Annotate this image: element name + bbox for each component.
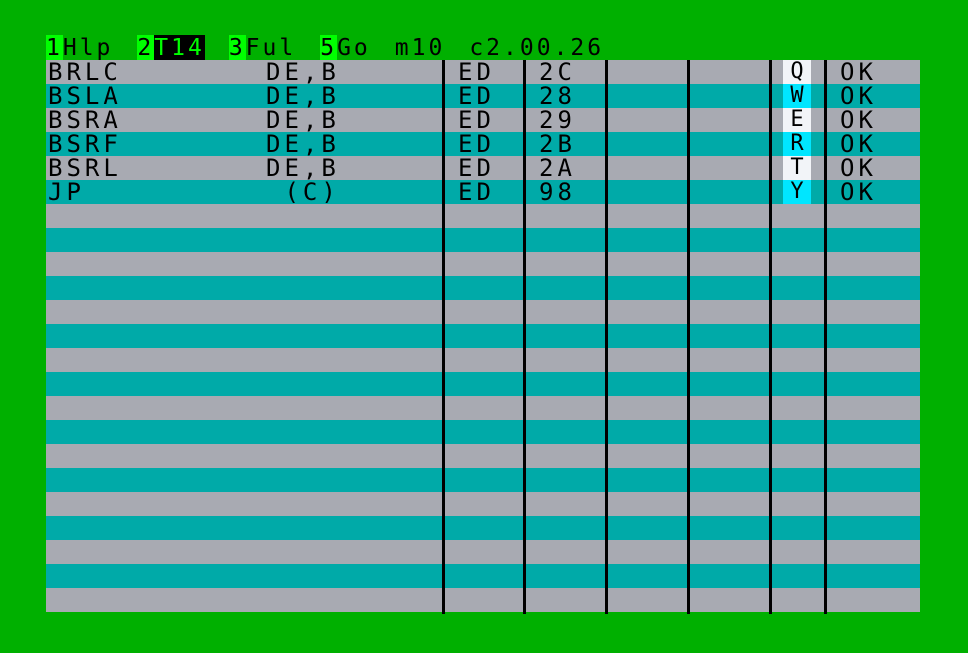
opcode-cell: 2C bbox=[539, 58, 576, 86]
table-row[interactable] bbox=[46, 348, 920, 372]
table-row[interactable] bbox=[46, 444, 920, 468]
shortcut-key-cell[interactable]: T bbox=[783, 156, 811, 180]
mnemonic-cell: BSLA bbox=[48, 82, 122, 110]
function-key-bar: 1 Hlp 2 T14 3 Ful 5 Go m10 c2.00.26 bbox=[46, 35, 920, 61]
mnemonic-cell: BRLC bbox=[48, 58, 122, 86]
column-divider bbox=[523, 60, 526, 614]
table-row[interactable] bbox=[46, 372, 920, 396]
operand-cell: DE,B bbox=[266, 58, 340, 86]
go-menu-label[interactable]: Go bbox=[337, 35, 371, 61]
shortcut-key-cell[interactable]: E bbox=[783, 108, 811, 132]
column-divider bbox=[442, 60, 445, 614]
column-divider bbox=[687, 60, 690, 614]
table-row[interactable]: BSRF DE,B ED 2B OK R bbox=[46, 132, 920, 156]
operand-cell: DE,B bbox=[266, 82, 340, 110]
table-row[interactable] bbox=[46, 468, 920, 492]
mode-indicator: m10 bbox=[394, 35, 446, 61]
prefix-cell: ED bbox=[458, 178, 495, 206]
status-cell: OK bbox=[840, 154, 877, 182]
prefix-cell: ED bbox=[458, 106, 495, 134]
table-row[interactable] bbox=[46, 300, 920, 324]
opcode-cell: 98 bbox=[539, 178, 576, 206]
opcode-cell: 29 bbox=[539, 106, 576, 134]
table-row[interactable]: BSLA DE,B ED 28 OK W bbox=[46, 84, 920, 108]
table-row[interactable] bbox=[46, 588, 920, 612]
opcode-cell: 28 bbox=[539, 82, 576, 110]
table-row[interactable] bbox=[46, 420, 920, 444]
status-cell: OK bbox=[840, 58, 877, 86]
status-cell: OK bbox=[840, 130, 877, 158]
table-row[interactable] bbox=[46, 540, 920, 564]
shortcut-key-cell[interactable]: Y bbox=[783, 180, 811, 204]
shortcut-key-cell[interactable]: Q bbox=[783, 60, 811, 84]
emulator-screen: 1 Hlp 2 T14 3 Ful 5 Go m10 c2.00.26 BRLC DE,B ED 2C O… bbox=[46, 35, 920, 614]
shortcut-key-cell[interactable]: W bbox=[783, 84, 811, 108]
instruction-table: BRLC DE,B ED 2C OK Q BSLA DE,B ED 28 OK W BSRA DE,B ED… bbox=[46, 60, 920, 614]
table-row[interactable] bbox=[46, 276, 920, 300]
prefix-cell: ED bbox=[458, 58, 495, 86]
opcode-cell: 2A bbox=[539, 154, 576, 182]
table-row[interactable] bbox=[46, 204, 920, 228]
test-menu-label[interactable]: T14 bbox=[154, 35, 205, 61]
table-row[interactable] bbox=[46, 564, 920, 588]
table-row[interactable] bbox=[46, 324, 920, 348]
table-row[interactable] bbox=[46, 252, 920, 276]
prefix-cell: ED bbox=[458, 154, 495, 182]
operand-cell: (C) bbox=[266, 178, 340, 206]
prefix-cell: ED bbox=[458, 130, 495, 158]
mnemonic-cell: JP bbox=[48, 178, 85, 206]
status-cell: OK bbox=[840, 178, 877, 206]
mnemonic-cell: BSRL bbox=[48, 154, 122, 182]
table-row[interactable]: BSRA DE,B ED 29 OK E bbox=[46, 108, 920, 132]
status-cell: OK bbox=[840, 106, 877, 134]
table-row[interactable]: BRLC DE,B ED 2C OK Q bbox=[46, 60, 920, 84]
prefix-cell: ED bbox=[458, 82, 495, 110]
mnemonic-cell: BSRA bbox=[48, 106, 122, 134]
column-divider bbox=[605, 60, 608, 614]
status-cell: OK bbox=[840, 82, 877, 110]
operand-cell: DE,B bbox=[266, 106, 340, 134]
column-divider bbox=[769, 60, 772, 614]
table-row[interactable] bbox=[46, 228, 920, 252]
f3-key[interactable]: 3 bbox=[228, 35, 246, 61]
table-row[interactable] bbox=[46, 516, 920, 540]
table-row[interactable] bbox=[46, 492, 920, 516]
table-row[interactable]: JP (C) ED 98 OK Y bbox=[46, 180, 920, 204]
table-row[interactable] bbox=[46, 396, 920, 420]
table-row[interactable]: BSRL DE,B ED 2A OK T bbox=[46, 156, 920, 180]
operand-cell: DE,B bbox=[266, 130, 340, 158]
opcode-cell: 2B bbox=[539, 130, 576, 158]
column-divider bbox=[824, 60, 827, 614]
mnemonic-cell: BSRF bbox=[48, 130, 122, 158]
shortcut-key-cell[interactable]: R bbox=[783, 132, 811, 156]
f2-key[interactable]: 2 bbox=[137, 35, 155, 61]
operand-cell: DE,B bbox=[266, 154, 340, 182]
